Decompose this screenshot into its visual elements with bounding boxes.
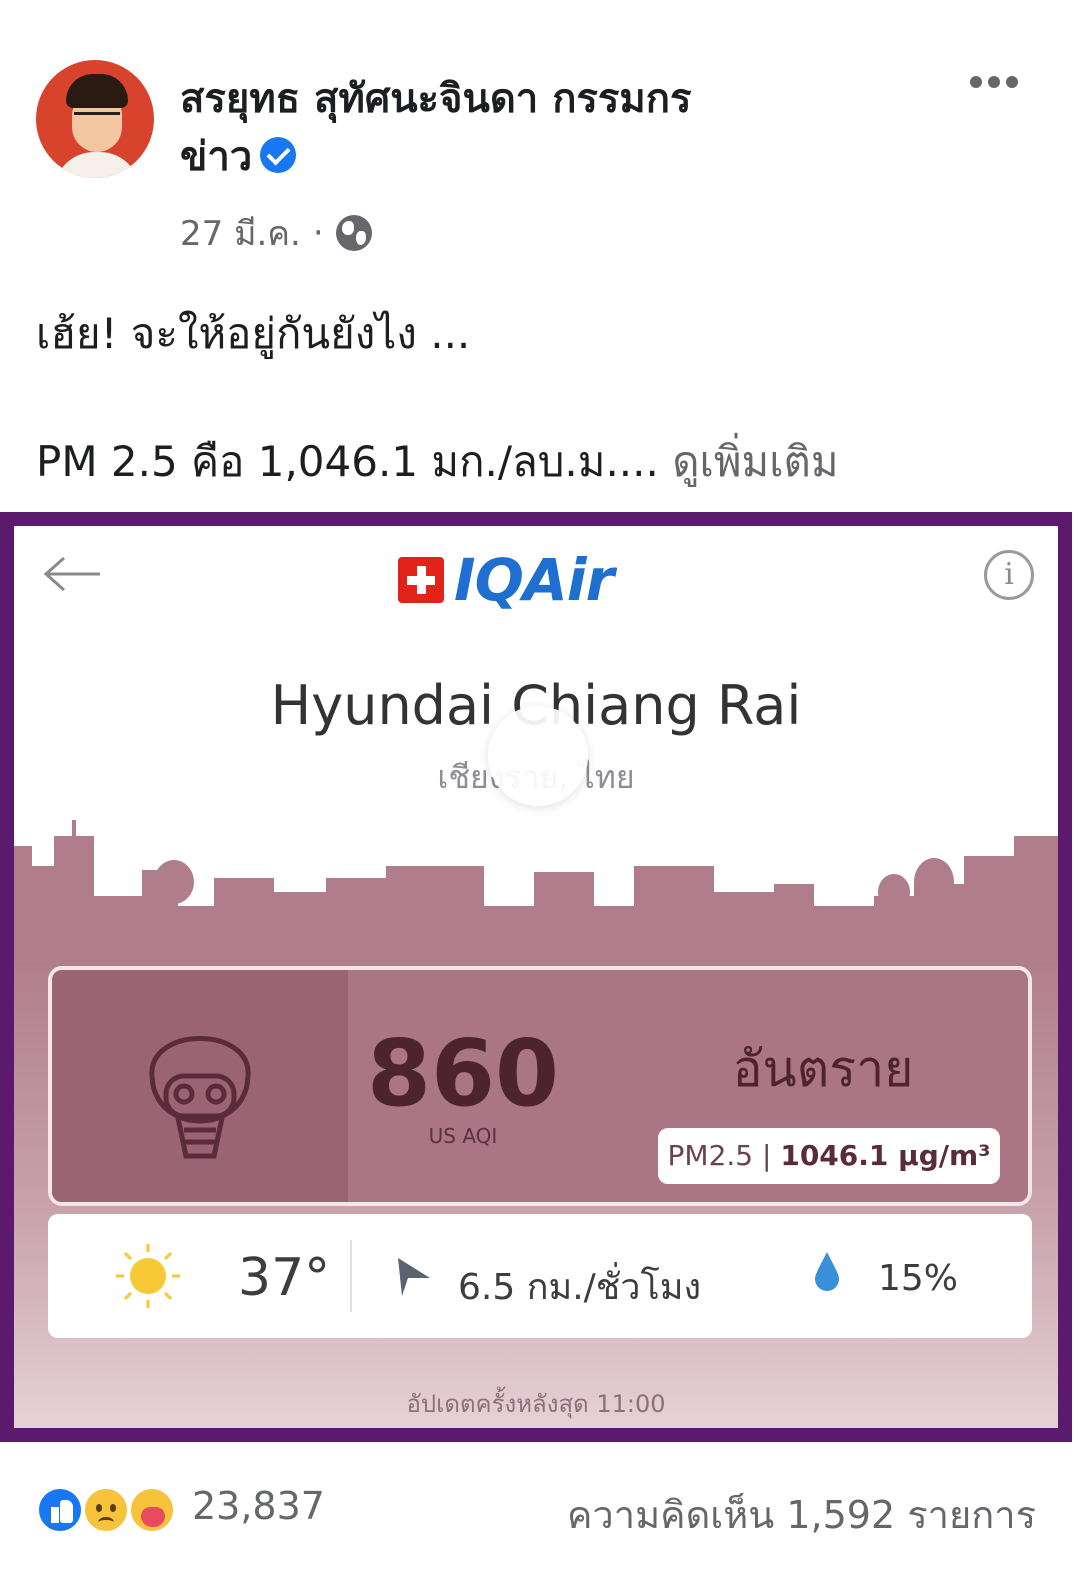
author-name-line1[interactable]: สรยุทธ สุทัศนะจินดา กรรมกร	[180, 70, 920, 128]
more-options-button[interactable]	[964, 70, 1024, 94]
post-text: เฮ้ย! จะให้อยู่กันยังไง ... PM 2.5 คือ 1…	[36, 302, 1046, 494]
logo-text: IQAir	[454, 546, 614, 614]
gas-mask-cell	[52, 970, 348, 1202]
like-icon	[36, 1486, 84, 1534]
temperature: 37°	[238, 1248, 331, 1308]
post-text-line2: PM 2.5 คือ 1,046.1 มก./ลบ.ม....	[36, 437, 659, 486]
weather-divider	[350, 1240, 352, 1312]
iqair-screenshot: IQAir i Hyundai Chiang Rai เชียงราย, ไทย	[14, 526, 1058, 1428]
gas-mask-icon	[149, 1036, 251, 1159]
info-icon: i	[984, 550, 1034, 600]
post-meta: 27 มี.ค. ·	[180, 206, 372, 260]
city-skyline	[14, 820, 1058, 966]
aqi-cell: 860 US AQI	[348, 970, 578, 1202]
public-globe-icon[interactable]	[335, 215, 372, 251]
swiss-flag-icon	[398, 557, 444, 603]
aqi-value: 860	[366, 1020, 560, 1127]
wind-speed: 6.5 กม./ชั่วโมง	[458, 1267, 702, 1308]
more-dot-icon	[970, 76, 982, 88]
back-arrow-icon	[43, 556, 100, 592]
post-header: สรยุทธ สุทัศนะจินดา กรรมกร ข่าว 27 มี.ค.…	[0, 0, 1080, 270]
aqi-card: 860 US AQI อันตราย PM2.5 | 1046.1 µg/m³	[48, 966, 1032, 1206]
pm25-pill: PM2.5 | 1046.1 µg/m³	[658, 1128, 1000, 1184]
sun-icon	[116, 1244, 180, 1308]
verified-badge-icon	[260, 137, 297, 173]
weather-row: 37° 6.5 กม./ชั่วโมง 15%	[48, 1214, 1032, 1338]
author-name-line2[interactable]: ข่าว	[180, 134, 252, 180]
comments-count[interactable]: ความคิดเห็น 1,592 รายการ	[567, 1484, 1036, 1545]
meta-separator: ·	[312, 213, 324, 253]
aqi-label: US AQI	[428, 1124, 498, 1148]
iqair-logo: IQAir	[398, 546, 614, 614]
reaction-count[interactable]: 23,837	[192, 1484, 325, 1528]
post-image[interactable]: IQAir i Hyundai Chiang Rai เชียงราย, ไทย	[0, 512, 1072, 1442]
humidity-drop-icon	[815, 1252, 839, 1291]
wind-direction-icon	[398, 1258, 430, 1296]
post-date[interactable]: 27 มี.ค.	[180, 206, 301, 260]
more-dot-icon	[1006, 76, 1018, 88]
more-dot-icon	[988, 76, 1000, 88]
pm25-value: 1046.1 µg/m³	[780, 1139, 991, 1172]
author-avatar[interactable]	[36, 60, 154, 178]
pm25-label: PM2.5 |	[667, 1139, 772, 1172]
reactions-bar: 23,837 ความคิดเห็น 1,592 รายการ	[0, 1470, 1080, 1550]
post-text-line1: เฮ้ย! จะให้อยู่กันยังไง ...	[36, 309, 471, 358]
aqi-status: อันตราย	[732, 1040, 914, 1098]
humidity: 15%	[878, 1258, 959, 1299]
see-more-link[interactable]: ดูเพิ่มเติม	[672, 437, 838, 486]
sad-icon	[82, 1486, 130, 1534]
author-name[interactable]: สรยุทธ สุทัศนะจินดา กรรมกร ข่าว	[180, 70, 920, 186]
reaction-icons[interactable]	[36, 1486, 186, 1534]
last-updated: อัปเดตครั้งหลังสุด 11:00	[406, 1390, 666, 1418]
status-cell: อันตราย PM2.5 | 1046.1 µg/m³	[618, 970, 1028, 1202]
care-icon	[128, 1486, 176, 1534]
loading-spinner	[488, 706, 588, 806]
